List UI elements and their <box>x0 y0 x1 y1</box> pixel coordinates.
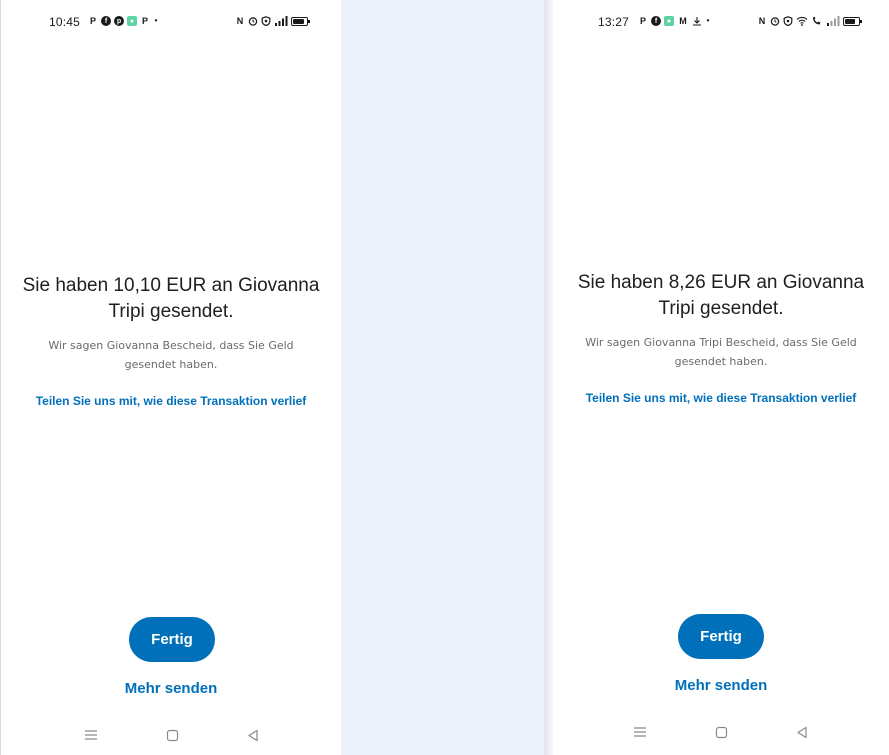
status-bar: 10:45 P f p ● P • N <box>1 12 341 32</box>
battery-icon <box>291 16 310 26</box>
app-icon: ● <box>127 16 137 26</box>
vpn-shield-icon <box>783 16 793 26</box>
facebook-icon: f <box>651 16 661 26</box>
battery-icon <box>843 16 862 26</box>
call-icon <box>811 16 823 26</box>
phone-screen-left: 10:45 P f p ● P • N Sie haben 10,10 EUR … <box>0 0 341 755</box>
status-time: 13:27 <box>598 15 630 29</box>
confirmation-subtext: Wir sagen Giovanna Bescheid, dass Sie Ge… <box>48 339 294 371</box>
signal-icon <box>826 16 840 26</box>
vpn-shield-icon <box>261 16 271 26</box>
alarm-icon <box>770 16 780 26</box>
home-icon[interactable] <box>711 722 731 742</box>
notification-icons: P f ● M • <box>638 16 711 26</box>
home-icon[interactable] <box>162 725 182 745</box>
send-more-link[interactable]: Mehr senden <box>1 680 341 697</box>
menu-icon[interactable] <box>630 722 650 742</box>
send-more-link[interactable]: Mehr senden <box>553 677 889 694</box>
confirmation-headline: Sie haben 10,10 EUR an Giovanna Tripi ge… <box>22 275 320 322</box>
back-icon[interactable] <box>243 725 263 745</box>
alarm-icon <box>248 16 258 26</box>
feedback-link[interactable]: Teilen Sie uns mit, wie diese Transaktio… <box>1 394 341 408</box>
gmail-icon: M <box>679 15 687 26</box>
done-button[interactable]: Fertig <box>678 614 764 659</box>
system-icons: N <box>757 15 862 26</box>
feedback-link[interactable]: Teilen Sie uns mit, wie diese Transaktio… <box>553 391 889 405</box>
dot-icon: • <box>706 16 710 25</box>
back-icon[interactable] <box>792 722 812 742</box>
status-bar: 13:27 P f ● M • N <box>553 12 889 32</box>
pinterest-icon: p <box>114 16 124 26</box>
notification-icons: P f p ● P • <box>88 16 159 26</box>
screen-divider <box>544 0 553 755</box>
menu-icon[interactable] <box>81 725 101 745</box>
navigation-bar <box>553 722 889 742</box>
status-time: 10:45 <box>49 15 81 29</box>
facebook-icon: f <box>101 16 111 26</box>
system-icons: N <box>235 15 310 26</box>
navigation-bar <box>1 725 341 745</box>
done-button[interactable]: Fertig <box>129 617 215 662</box>
nfc-icon: N <box>758 15 766 26</box>
wifi-icon <box>796 16 808 26</box>
paypal-icon: P <box>639 15 646 26</box>
confirmation-headline: Sie haben 8,26 EUR an Giovanna Tripi ges… <box>577 272 865 319</box>
signal-icon <box>274 16 288 26</box>
download-icon <box>692 16 702 26</box>
phone-screen-right: 13:27 P f ● M • N Sie haben 8,26 EUR an … <box>553 0 889 755</box>
paypal-icon: P <box>89 15 96 26</box>
confirmation-subtext: Wir sagen Giovanna Tripi Bescheid, dass … <box>585 336 857 368</box>
app-icon: ● <box>664 16 674 26</box>
paypal-icon: P <box>141 15 148 26</box>
dot-icon: • <box>154 16 158 25</box>
nfc-icon: N <box>236 15 244 26</box>
